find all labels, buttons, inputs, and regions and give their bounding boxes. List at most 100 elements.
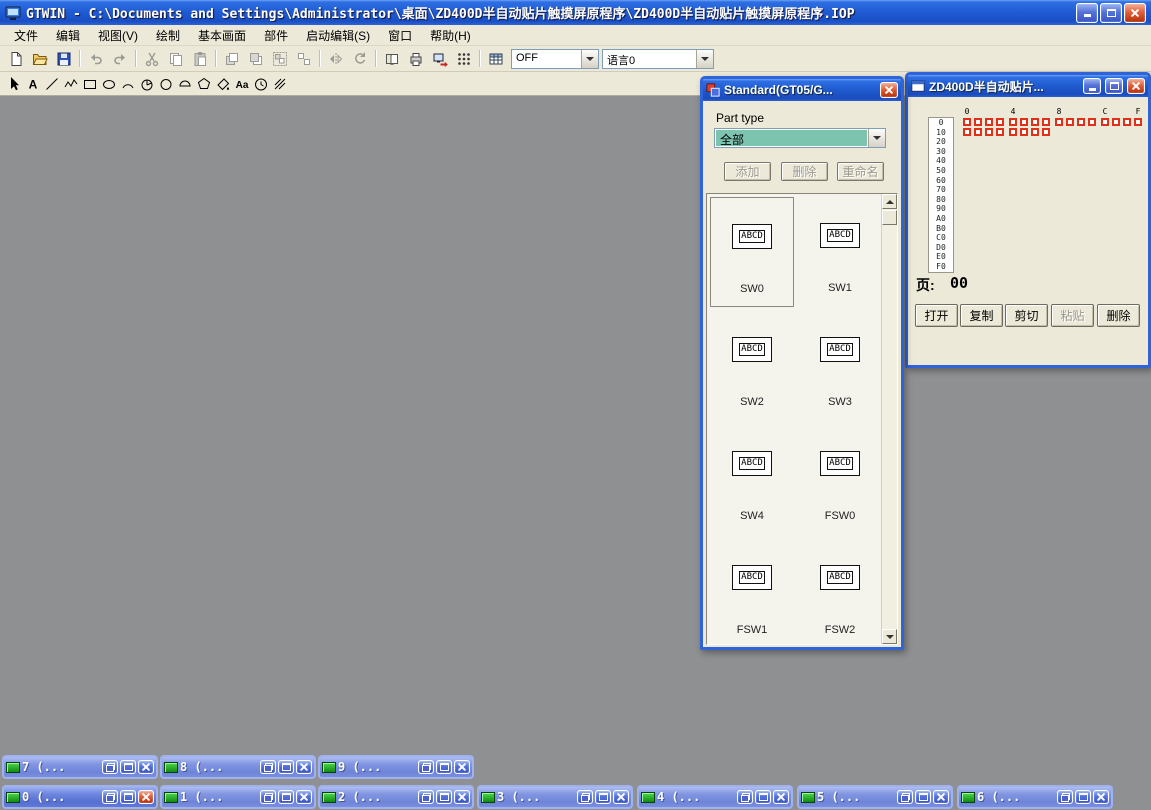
restore-button[interactable] <box>260 790 276 804</box>
restore-button[interactable] <box>102 790 118 804</box>
menu-file[interactable]: 文件 <box>5 25 47 46</box>
rect-tool-button[interactable] <box>80 73 99 95</box>
polyline-tool-button[interactable] <box>61 73 80 95</box>
send-to-back-button[interactable] <box>244 48 268 70</box>
pie-tool-button[interactable] <box>137 73 156 95</box>
ellipse-tool-button[interactable] <box>99 73 118 95</box>
table-grid-button[interactable] <box>484 48 508 70</box>
menu-startup-edit[interactable]: 启动编辑(S) <box>297 25 379 46</box>
print-button[interactable] <box>404 48 428 70</box>
close-button[interactable] <box>138 790 154 804</box>
menu-edit[interactable]: 编辑 <box>47 25 89 46</box>
restore-button[interactable] <box>418 790 434 804</box>
maximize-button[interactable] <box>595 790 611 804</box>
minimized-window-3[interactable]: 3 (... <box>477 785 633 809</box>
minimized-window-2[interactable]: 2 (... <box>318 785 474 809</box>
group-button[interactable] <box>268 48 292 70</box>
delete-button[interactable]: 删除 <box>781 162 828 181</box>
off-combo-dropdown-button[interactable] <box>581 50 598 68</box>
minimize-button[interactable] <box>1076 3 1098 23</box>
minimized-window-4[interactable]: 4 (... <box>637 785 793 809</box>
maximize-button[interactable] <box>436 790 452 804</box>
maximize-button[interactable] <box>1105 78 1123 94</box>
menu-help[interactable]: 帮助(H) <box>421 25 480 46</box>
part-item[interactable]: ABCD FSW2 <box>798 539 882 649</box>
off-combo[interactable]: OFF <box>511 49 599 69</box>
minimized-window-6[interactable]: 6 (... <box>957 785 1113 809</box>
line-tool-button[interactable] <box>42 73 61 95</box>
restore-button[interactable] <box>102 760 118 774</box>
font-tool-button[interactable]: Aa <box>232 73 251 95</box>
language-combo[interactable]: 语言0 <box>602 49 714 69</box>
part-item[interactable]: ABCD FSW1 <box>710 539 794 649</box>
restore-button[interactable] <box>737 790 753 804</box>
minimized-window-9[interactable]: 9 (... <box>318 755 474 779</box>
menu-window[interactable]: 窗口 <box>379 25 421 46</box>
part-item[interactable]: ABCD SW3 <box>798 311 882 421</box>
minimize-button[interactable] <box>1083 78 1101 94</box>
copy-button[interactable]: 复制 <box>960 304 1003 327</box>
close-button[interactable] <box>880 82 898 98</box>
close-button[interactable] <box>773 790 789 804</box>
circle-tool-button[interactable] <box>156 73 175 95</box>
delete-button[interactable]: 删除 <box>1097 304 1140 327</box>
part-item[interactable]: ABCD SW2 <box>710 311 794 421</box>
scroll-down-button[interactable] <box>882 629 897 644</box>
maximize-button[interactable] <box>120 760 136 774</box>
menu-base-screen[interactable]: 基本画面 <box>189 25 255 46</box>
flip-button[interactable] <box>324 48 348 70</box>
minimized-window-5[interactable]: 5 (... <box>797 785 953 809</box>
part-item[interactable]: ABCD FSW0 <box>798 425 882 535</box>
minimized-window-0[interactable]: 0 (... <box>2 785 158 809</box>
scrollbar[interactable] <box>881 194 897 644</box>
close-button[interactable] <box>933 790 949 804</box>
menu-view[interactable]: 视图(V) <box>89 25 147 46</box>
scroll-up-button[interactable] <box>882 194 897 209</box>
maximize-button[interactable] <box>1100 3 1122 23</box>
menu-draw[interactable]: 绘制 <box>147 25 189 46</box>
part-type-dropdown-button[interactable] <box>868 129 885 147</box>
close-button[interactable] <box>1093 790 1109 804</box>
clock-parts-button[interactable] <box>251 73 270 95</box>
bring-to-front-button[interactable] <box>220 48 244 70</box>
parts-library-button[interactable] <box>380 48 404 70</box>
hatch-tool-button[interactable] <box>270 73 289 95</box>
close-button[interactable] <box>1124 3 1146 23</box>
dot-matrix-button[interactable] <box>452 48 476 70</box>
paste-button[interactable]: 粘贴 <box>1051 304 1094 327</box>
chord-tool-button[interactable] <box>175 73 194 95</box>
close-button[interactable] <box>454 760 470 774</box>
close-button[interactable] <box>296 790 312 804</box>
rotate-button[interactable] <box>348 48 372 70</box>
restore-button[interactable] <box>897 790 913 804</box>
close-button[interactable] <box>138 760 154 774</box>
open-button[interactable]: 打开 <box>915 304 958 327</box>
maximize-button[interactable] <box>915 790 931 804</box>
menu-parts[interactable]: 部件 <box>255 25 297 46</box>
maximize-button[interactable] <box>436 760 452 774</box>
maximize-button[interactable] <box>278 760 294 774</box>
maximize-button[interactable] <box>755 790 771 804</box>
minimized-window-8[interactable]: 8 (... <box>160 755 316 779</box>
new-button[interactable] <box>4 48 28 70</box>
add-button[interactable]: 添加 <box>724 162 771 181</box>
open-button[interactable] <box>28 48 52 70</box>
transfer-button[interactable] <box>428 48 452 70</box>
part-item[interactable]: ABCD SW0 <box>710 197 794 307</box>
restore-button[interactable] <box>418 760 434 774</box>
close-button[interactable] <box>296 760 312 774</box>
save-button[interactable] <box>52 48 76 70</box>
minimized-window-7[interactable]: 7 (... <box>2 755 158 779</box>
arc-tool-button[interactable] <box>118 73 137 95</box>
address-grid[interactable] <box>963 118 1145 272</box>
minimized-window-1[interactable]: 1 (... <box>160 785 316 809</box>
maximize-button[interactable] <box>120 790 136 804</box>
maximize-button[interactable] <box>278 790 294 804</box>
close-button[interactable] <box>613 790 629 804</box>
cut-button[interactable]: 剪切 <box>1005 304 1048 327</box>
polygon-tool-button[interactable] <box>194 73 213 95</box>
text-tool-button[interactable]: A <box>23 73 42 95</box>
undo-button[interactable] <box>84 48 108 70</box>
copy-button[interactable] <box>164 48 188 70</box>
close-button[interactable] <box>1127 78 1145 94</box>
